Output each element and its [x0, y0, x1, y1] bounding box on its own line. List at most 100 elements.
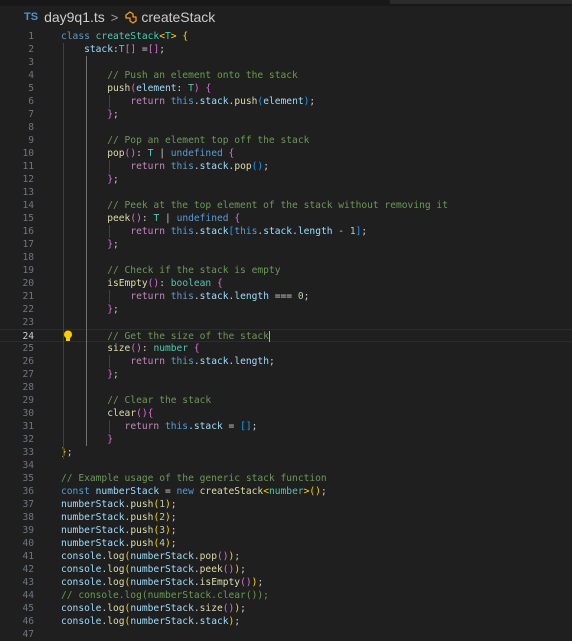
code-token: ;	[251, 421, 258, 432]
code-token: []	[240, 421, 252, 432]
code-token: ()	[222, 603, 235, 614]
line-number: 11	[22, 161, 34, 172]
code-editor[interactable]: 1 class createStack<T> {2 stack:T[] =[]; 3…	[0, 28, 572, 641]
code-line[interactable]: 35 // Example usage of the generic stack …	[0, 472, 572, 485]
code-line[interactable]: 2 stack:T[] =[];	[0, 43, 572, 56]
code-text: // Push an element onto the stack	[61, 69, 298, 82]
text-cursor	[268, 330, 270, 342]
code-token: log	[107, 616, 125, 627]
code-token: ;	[113, 109, 119, 120]
code-line[interactable]: 42 console.log(numberStack.peek());	[0, 563, 572, 576]
code-line[interactable]: 46 console.log(numberStack.stack);	[0, 615, 572, 628]
code-token: ;	[159, 44, 166, 55]
line-number: 38	[22, 512, 34, 523]
code-token: {	[217, 278, 223, 289]
code-token: {	[147, 408, 154, 419]
line-number: 30	[22, 408, 34, 419]
line-number: 46	[22, 616, 34, 627]
code-token: ()	[147, 278, 160, 289]
line-number: 5	[28, 83, 34, 94]
code-token: ;	[240, 603, 246, 614]
code-token: stack	[199, 616, 229, 627]
code-token: log	[107, 551, 125, 562]
code-token: ;	[234, 551, 241, 562]
code-text: };	[61, 303, 119, 316]
code-line[interactable]: 1 class createStack<T> {	[0, 30, 572, 43]
breadcrumb-file[interactable]: day9q1.ts	[44, 9, 105, 25]
code-token: console	[61, 577, 102, 588]
code-token: console	[61, 616, 102, 627]
code-line[interactable]: 47	[0, 628, 572, 641]
code-token: return	[130, 161, 171, 172]
code-token: return	[130, 96, 171, 107]
code-text: // Peek at the top element of the stack …	[61, 199, 448, 212]
code-token: {	[193, 343, 200, 354]
code-line[interactable]: 37 numberStack.push(1);	[0, 498, 572, 511]
code-token: }	[107, 434, 113, 445]
code-token: numberStack	[61, 499, 125, 510]
code-token: element	[136, 83, 177, 94]
code-token: numberStack	[130, 603, 194, 614]
lightbulb-icon[interactable]	[63, 330, 73, 342]
code-token: []	[147, 44, 160, 55]
code-token: // Example usage of the generic stack fu…	[61, 473, 327, 484]
indent-guide	[109, 160, 111, 173]
line-number: 12	[22, 174, 34, 185]
code-text: peek(): T | undefined {	[61, 212, 240, 225]
code-line[interactable]: 45 console.log(numberStack.size());	[0, 602, 572, 615]
breadcrumb: TS day9q1.ts > createStack	[0, 6, 572, 28]
code-token: ;	[309, 96, 316, 107]
code-line[interactable]: 43 console.log(numberStack.isEmpty());	[0, 576, 572, 589]
code-text: };	[61, 238, 119, 251]
breadcrumb-symbol[interactable]: createStack	[141, 9, 215, 25]
code-token: push	[130, 538, 154, 549]
code-text: // Clear the stack	[61, 394, 211, 407]
line-number: 14	[22, 200, 34, 211]
code-line[interactable]: 33};	[0, 446, 572, 459]
code-line[interactable]: 40 numberStack.push(4);	[0, 537, 572, 550]
code-token: new	[176, 486, 200, 497]
code-line[interactable]: 39 numberStack.push(3);	[0, 524, 572, 537]
code-token: numberStack	[130, 577, 194, 588]
code-token: push	[130, 525, 154, 536]
code-line[interactable]: 36 const numberStack = new createStack<nu…	[0, 485, 572, 498]
code-token: > {	[170, 31, 189, 42]
code-token: undefined	[170, 148, 223, 159]
line-number: 39	[22, 525, 34, 536]
code-token: ===	[268, 291, 298, 302]
code-line[interactable]: 34	[0, 459, 572, 472]
code-line[interactable]: 41 console.log(numberStack.pop());	[0, 550, 572, 563]
line-number: 3	[28, 57, 34, 68]
code-token: push	[107, 83, 131, 94]
code-token: push	[234, 96, 258, 107]
line-number: 16	[22, 226, 34, 237]
code-token: this	[170, 356, 194, 367]
code-token: ()	[136, 408, 148, 419]
code-token: isEmpty	[107, 278, 148, 289]
indent-guide	[109, 420, 111, 433]
code-token: push	[130, 512, 154, 523]
code-token: length	[234, 291, 269, 302]
code-token: :	[141, 343, 154, 354]
code-text: numberStack.push(4);	[61, 537, 177, 550]
line-number: 21	[22, 291, 34, 302]
line-number: 20	[22, 278, 34, 289]
code-token: this	[170, 96, 194, 107]
code-token: class	[61, 31, 96, 42]
code-line[interactable]: 44 // console.log(numberStack.clear());	[0, 589, 572, 602]
code-text: // Pop an element top off the stack	[61, 134, 309, 147]
code-text: return this.stack = [];	[61, 420, 258, 433]
code-text: numberStack.push(2);	[61, 511, 177, 524]
code-line[interactable]: 38 numberStack.push(2);	[0, 511, 572, 524]
line-number: 23	[22, 317, 34, 328]
code-token: clear	[107, 408, 137, 419]
code-token: console	[61, 603, 102, 614]
code-text: push(element: T) {	[61, 82, 211, 95]
code-token: createStack	[95, 31, 160, 42]
code-token: log	[107, 577, 125, 588]
